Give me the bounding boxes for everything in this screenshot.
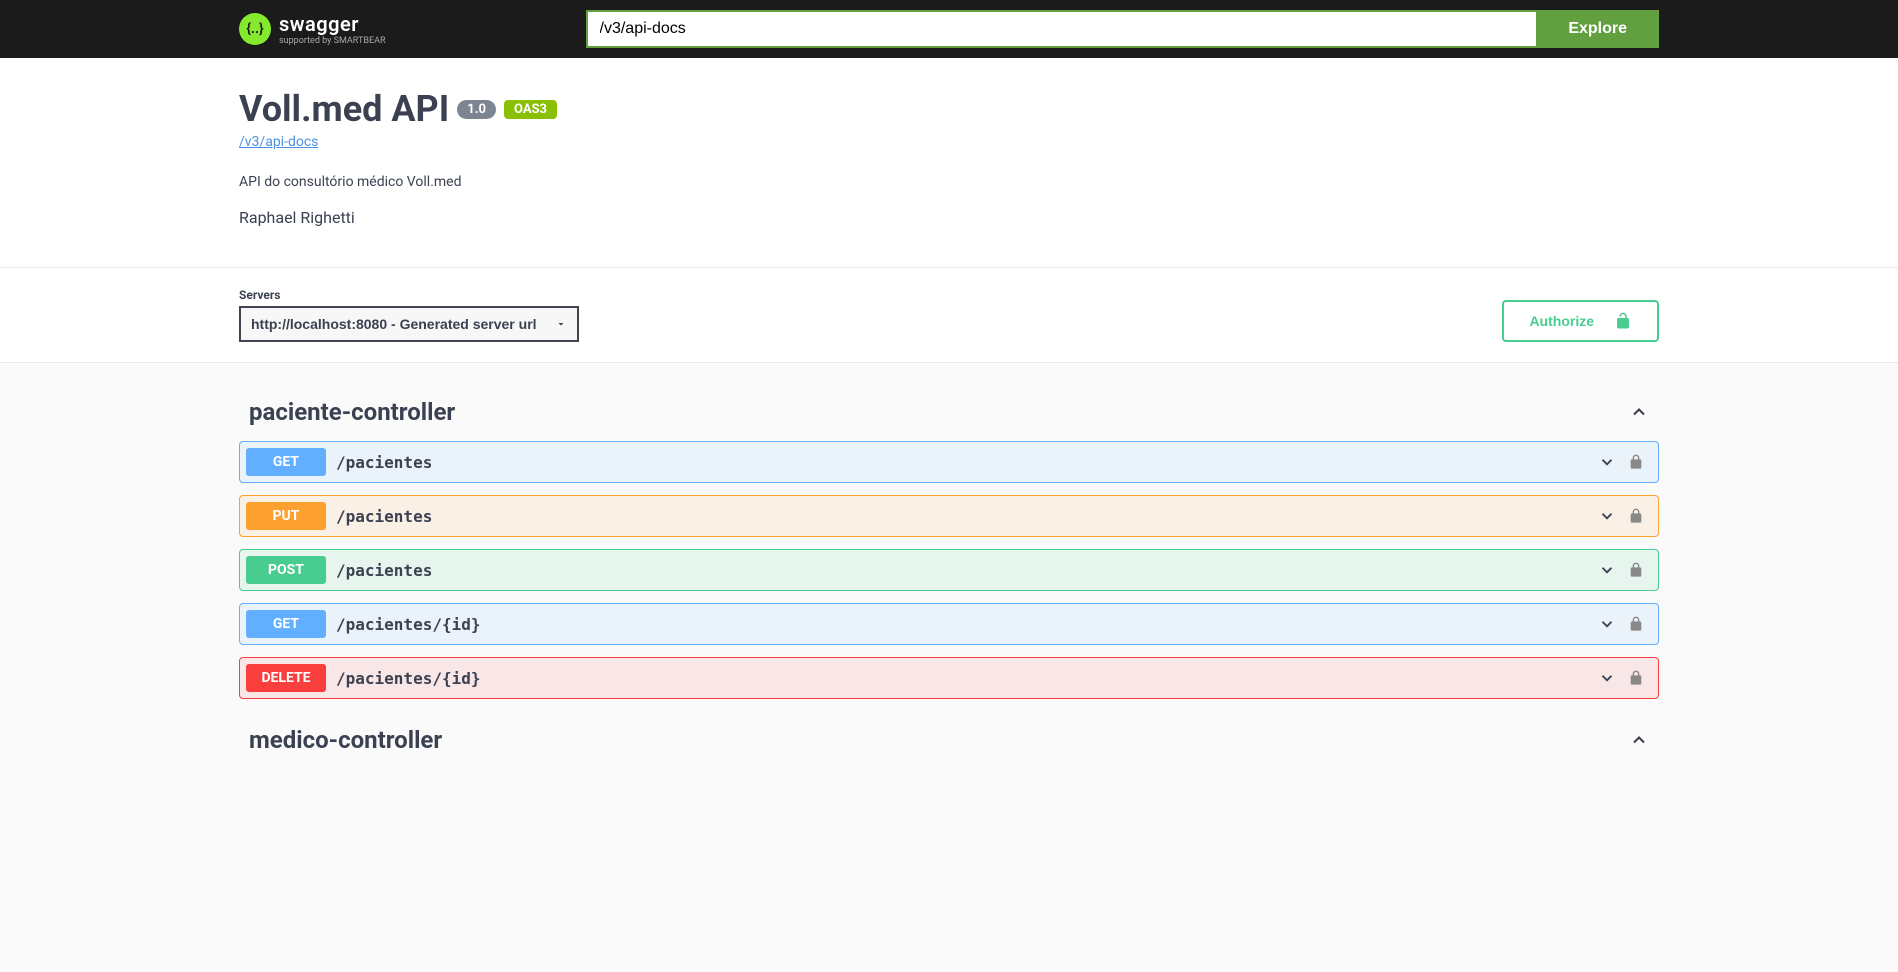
api-docs-url-input[interactable] xyxy=(586,10,1537,48)
tag-header-medico[interactable]: medico-controller xyxy=(239,711,1659,769)
chevron-down-icon xyxy=(1598,615,1616,633)
tag-medico-controller: medico-controller xyxy=(239,711,1659,769)
unlock-icon xyxy=(1614,312,1632,330)
tag-header-paciente[interactable]: paciente-controller xyxy=(239,383,1659,441)
lock-icon[interactable] xyxy=(1628,670,1644,686)
lock-icon[interactable] xyxy=(1628,508,1644,524)
explore-button[interactable]: Explore xyxy=(1536,10,1659,48)
chevron-down-icon xyxy=(1598,453,1616,471)
servers-section: Servers http://localhost:8080 - Generate… xyxy=(0,268,1898,363)
chevron-up-icon xyxy=(1629,730,1649,750)
operation-delete-pacientes-id[interactable]: DELETE /pacientes/{id} xyxy=(239,657,1659,699)
oas-version-badge: OAS3 xyxy=(504,100,557,119)
operation-path: /pacientes/{id} xyxy=(336,669,1598,688)
swagger-logo: {..} swagger supported by SMARTBEAR xyxy=(239,12,386,46)
logo-main-text: swagger xyxy=(279,12,386,36)
method-badge: DELETE xyxy=(246,664,326,692)
authorize-button[interactable]: Authorize xyxy=(1502,300,1659,342)
api-author: Raphael Righetti xyxy=(239,208,1659,227)
operation-path: /pacientes xyxy=(336,453,1598,472)
chevron-down-icon xyxy=(1598,669,1616,687)
info-section: Voll.med API 1.0 OAS3 /v3/api-docs API d… xyxy=(0,58,1898,268)
operation-get-pacientes[interactable]: GET /pacientes xyxy=(239,441,1659,483)
method-badge: GET xyxy=(246,448,326,476)
tag-name: medico-controller xyxy=(249,726,442,754)
operation-get-pacientes-id[interactable]: GET /pacientes/{id} xyxy=(239,603,1659,645)
topbar: {..} swagger supported by SMARTBEAR Expl… xyxy=(0,0,1898,58)
tag-paciente-controller: paciente-controller GET /pacientes PUT /… xyxy=(239,383,1659,699)
operation-put-pacientes[interactable]: PUT /pacientes xyxy=(239,495,1659,537)
swagger-icon: {..} xyxy=(239,13,271,45)
method-badge: PUT xyxy=(246,502,326,530)
api-docs-link[interactable]: /v3/api-docs xyxy=(239,134,318,150)
operation-post-pacientes[interactable]: POST /pacientes xyxy=(239,549,1659,591)
chevron-up-icon xyxy=(1629,402,1649,422)
servers-label: Servers xyxy=(239,288,579,302)
method-badge: POST xyxy=(246,556,326,584)
lock-icon[interactable] xyxy=(1628,616,1644,632)
authorize-label: Authorize xyxy=(1529,313,1594,329)
api-description: API do consultório médico Voll.med xyxy=(239,174,1659,190)
tags-section: paciente-controller GET /pacientes PUT /… xyxy=(219,363,1679,789)
servers-select[interactable]: http://localhost:8080 - Generated server… xyxy=(239,306,579,342)
lock-icon[interactable] xyxy=(1628,562,1644,578)
chevron-down-icon xyxy=(1598,561,1616,579)
operation-path: /pacientes xyxy=(336,507,1598,526)
operations-list: GET /pacientes PUT /pacientes POST /paci… xyxy=(239,441,1659,699)
operation-path: /pacientes/{id} xyxy=(336,615,1598,634)
api-title: Voll.med API 1.0 OAS3 xyxy=(239,88,1659,130)
lock-icon[interactable] xyxy=(1628,454,1644,470)
method-badge: GET xyxy=(246,610,326,638)
api-version-badge: 1.0 xyxy=(457,100,496,119)
chevron-down-icon xyxy=(1598,507,1616,525)
tag-name: paciente-controller xyxy=(249,398,455,426)
logo-sub-text: supported by SMARTBEAR xyxy=(279,36,386,46)
operation-path: /pacientes xyxy=(336,561,1598,580)
api-title-text: Voll.med API xyxy=(239,88,449,130)
